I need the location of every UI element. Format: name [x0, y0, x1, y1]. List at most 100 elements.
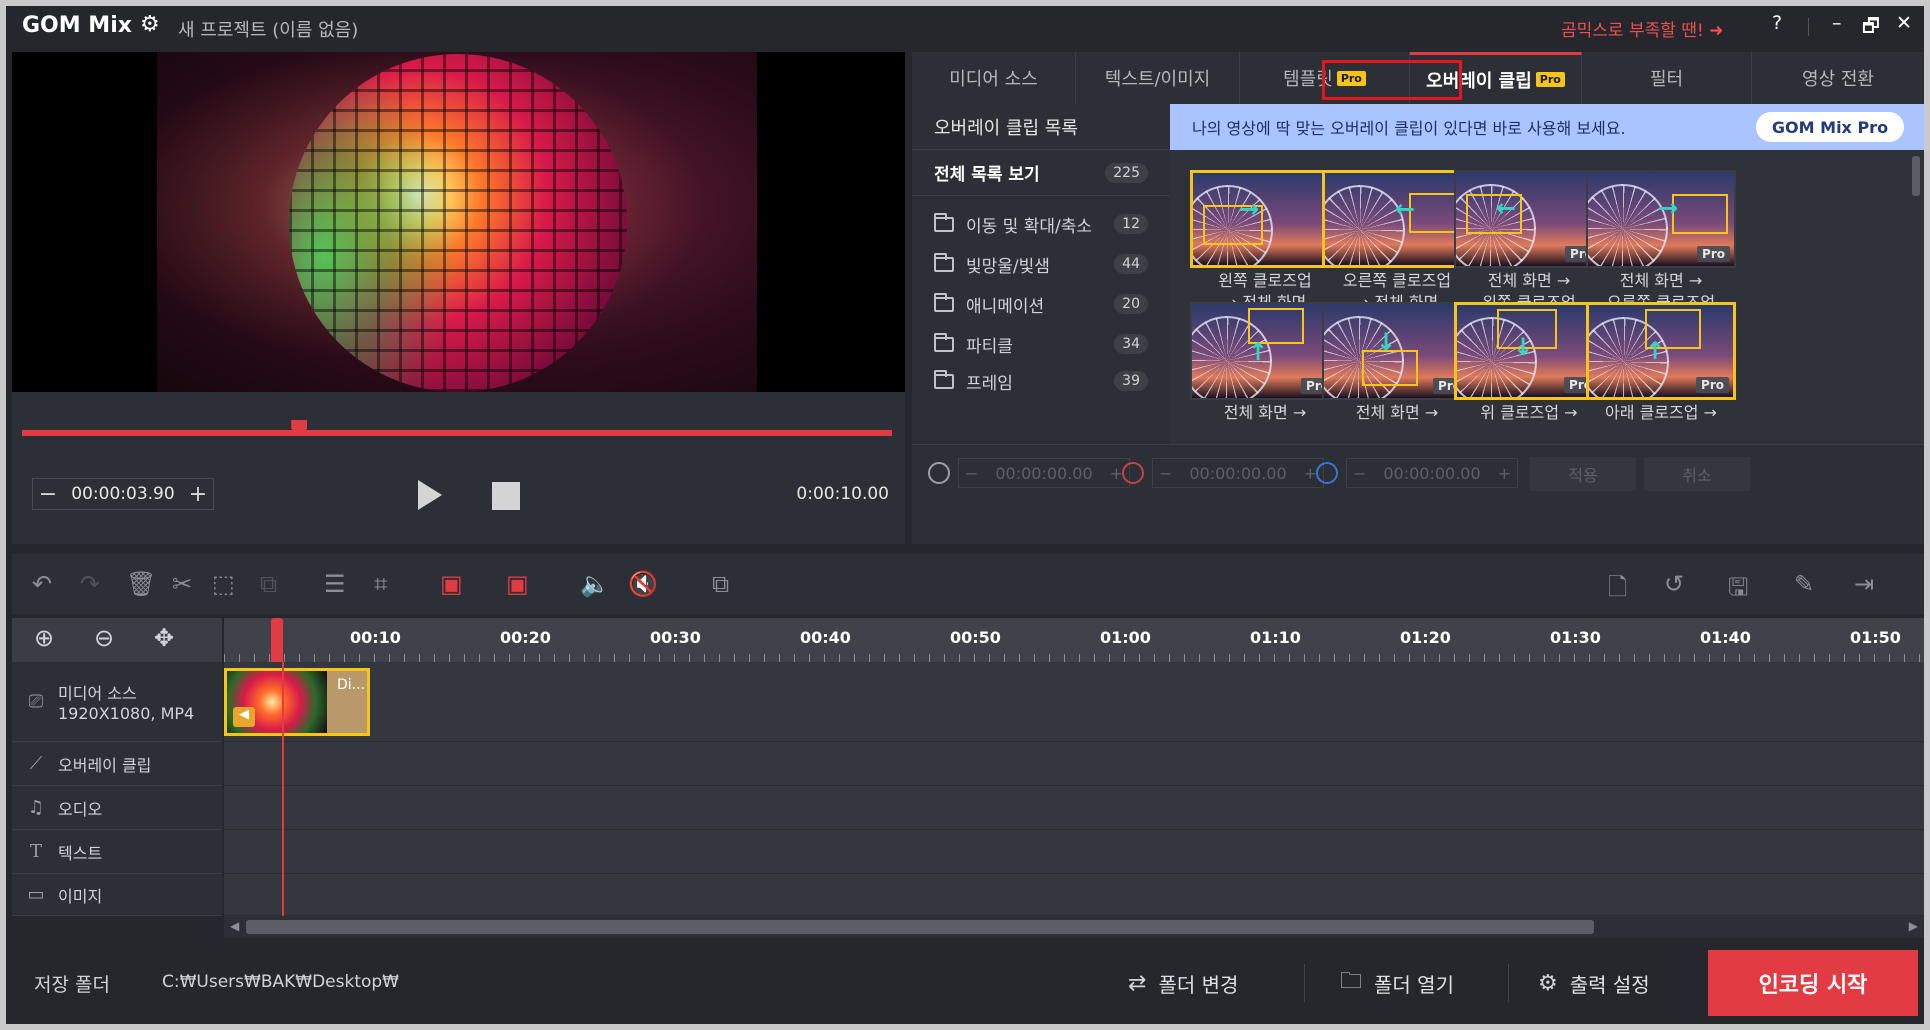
horizontal-scrollbar[interactable]: ◀ ▶: [224, 916, 1924, 938]
category-item[interactable]: 파티클 34: [912, 324, 1170, 364]
minimize-icon[interactable]: –: [1832, 12, 1842, 34]
cut-icon[interactable]: ✂: [172, 570, 192, 598]
plus-button[interactable]: +: [183, 482, 213, 507]
direction-arrow-icon: ↓: [1376, 328, 1397, 356]
playhead-handle[interactable]: [271, 618, 283, 662]
new-project-icon[interactable]: 🗋: [1608, 570, 1627, 611]
tab-media-source[interactable]: 미디어 소스: [912, 52, 1076, 104]
minus-button[interactable]: −: [33, 482, 63, 507]
current-time[interactable]: 00:00:03.90: [63, 484, 183, 504]
split-icon[interactable]: ⧉: [260, 570, 277, 598]
overlay-clip-item[interactable]: ←Pro전체 화면 →왼쪽 클로즈업: [1454, 170, 1604, 320]
crop-icon[interactable]: ⌗: [374, 570, 388, 598]
promo-link[interactable]: 곰믹스로 부족할 땐! ➜: [1561, 16, 1723, 41]
settings-gear-icon[interactable]: ⚙: [140, 12, 160, 37]
tab-text-image[interactable]: 텍스트/이미지: [1076, 52, 1240, 104]
caption-line: 오른쪽 클로즈업: [1342, 271, 1452, 290]
tick-label: 00:10: [350, 628, 401, 647]
undo-icon[interactable]: ↶: [32, 570, 52, 598]
overlay-clip-thumbnail[interactable]: → Pro: [1586, 170, 1736, 268]
save-as-icon[interactable]: ✎: [1794, 570, 1814, 598]
vertical-scrollbar[interactable]: [1912, 152, 1920, 440]
folder-change-icon: ⇄: [1128, 970, 1147, 996]
export-icon[interactable]: ⇥: [1854, 570, 1874, 598]
track-text[interactable]: [224, 830, 1924, 874]
track-image[interactable]: [224, 874, 1924, 916]
screen-fit-icon[interactable]: ⧉: [712, 570, 729, 598]
track-overlay[interactable]: [224, 742, 1924, 786]
image-left-icon[interactable]: ▣: [440, 570, 463, 598]
category-item[interactable]: 이동 및 확대/축소 12: [912, 204, 1170, 244]
folder-icon: [934, 332, 954, 352]
overlay-clip-item[interactable]: ←오른쪽 클로즈업→ 전체 화면: [1322, 170, 1472, 320]
seek-bar[interactable]: [22, 430, 892, 436]
overlay-clip-thumbnail[interactable]: →: [1190, 170, 1340, 268]
overlay-clip-thumbnail[interactable]: ↓ Pro: [1454, 302, 1604, 400]
scroll-left-icon[interactable]: ◀: [230, 919, 239, 933]
overlay-clip-thumbnail[interactable]: ← Pro: [1454, 170, 1604, 268]
overlay-clip-item[interactable]: →Pro전체 화면 →오른쪽 클로즈업: [1586, 170, 1736, 320]
apply-button[interactable]: 적용: [1530, 457, 1636, 491]
save-icon[interactable]: 🖫: [1728, 570, 1748, 611]
open-folder-button[interactable]: 🗀 폴더 열기: [1340, 958, 1454, 1008]
overlay-clip-item[interactable]: ↓ Pro 위 클로즈업 →: [1454, 302, 1604, 444]
overlay-clip-thumbnail[interactable]: ↑ Pro: [1190, 302, 1340, 400]
overlay-clip-thumbnail[interactable]: ↓ Pro: [1322, 302, 1472, 400]
category-item[interactable]: 빛망울/빛샘 44: [912, 244, 1170, 284]
start-encoding-button[interactable]: 인코딩 시작: [1708, 950, 1918, 1016]
overlay-clip-item[interactable]: ↑ Pro 전체 화면 →: [1190, 302, 1340, 444]
tab-transition[interactable]: 영상 전환: [1752, 52, 1924, 104]
fit-icon[interactable]: ✥: [154, 624, 174, 652]
playhead-line: [282, 662, 284, 916]
track-audio[interactable]: [224, 786, 1924, 830]
category-item[interactable]: 애니메이션 20: [912, 284, 1170, 324]
play-button[interactable]: [418, 480, 442, 510]
timecode-field[interactable]: − 00:00:03.90 +: [32, 478, 214, 510]
time-ruler[interactable]: 00:10 00:20 00:30 00:40 00:50 01:00 01:1…: [224, 618, 1924, 662]
total-duration: 0:00:10.00: [796, 484, 889, 504]
mute-icon[interactable]: 🔇: [628, 570, 658, 598]
image-right-icon[interactable]: ▣: [506, 570, 529, 598]
overlay-clip-item[interactable]: →왼쪽 클로즈업→ 전체 화면: [1190, 170, 1340, 320]
restore-icon[interactable]: 🗗: [1862, 12, 1880, 44]
film-icon: ⎚: [28, 691, 44, 712]
redo-icon[interactable]: ↷: [80, 570, 100, 598]
select-icon[interactable]: ⬚: [212, 570, 235, 598]
category-item[interactable]: 프레임 39: [912, 364, 1170, 398]
overlay-clip-item[interactable]: ↓ Pro 전체 화면 →: [1322, 302, 1472, 444]
tick-label: 01:20: [1400, 628, 1451, 647]
adjust-icon[interactable]: ☰: [324, 570, 346, 598]
timeline-tracks: ⎚ 미디어 소스 1920X1080, MP4 Di... ◀ ⟋ 오버레이 클립 …: [12, 662, 1924, 916]
tick-label: 01:00: [1100, 628, 1151, 647]
duration-field[interactable]: −00:00:00.00 +: [958, 458, 1130, 488]
gom-mix-pro-button[interactable]: GOM Mix Pro: [1756, 112, 1904, 142]
direction-arrow-icon: ↑: [1248, 338, 1269, 366]
change-folder-button[interactable]: ⇄ 폴더 변경: [1128, 958, 1238, 1008]
close-icon[interactable]: ✕: [1896, 12, 1912, 34]
zoom-in-icon[interactable]: ⊕: [34, 624, 54, 652]
delete-icon[interactable]: 🗑: [126, 570, 156, 598]
category-all[interactable]: 전체 목록 보기 225: [912, 150, 1170, 196]
overlay-clip-thumbnail[interactable]: ↑ Pro: [1586, 302, 1736, 400]
tick-label: 01:50: [1850, 628, 1901, 647]
duration-field[interactable]: −00:00:00.00 +: [1346, 458, 1518, 488]
tab-filter[interactable]: 필터: [1582, 52, 1752, 104]
direction-arrow-icon: ↓: [1513, 333, 1534, 361]
stop-button[interactable]: [492, 482, 520, 510]
track-media[interactable]: [224, 662, 1924, 742]
folder-icon: [934, 252, 954, 272]
media-clip[interactable]: Di... ◀: [224, 668, 370, 736]
app-window: GOM Mix ⚙ 새 프로젝트 (이름 없음) 곰믹스로 부족할 땐! ➜ ?…: [6, 6, 1924, 1024]
overlay-clip-item[interactable]: ↑ Pro 아래 클로즈업 →: [1586, 302, 1736, 444]
tick-label: 00:20: [500, 628, 551, 647]
help-icon[interactable]: ?: [1772, 12, 1782, 34]
duration-field[interactable]: −00:00:00.00 +: [1152, 458, 1324, 488]
output-settings-button[interactable]: ⚙ 출력 설정: [1538, 958, 1650, 1008]
promo-banner[interactable]: 나의 영상에 딱 맞는 오버레이 클립이 있다면 바로 사용해 보세요. GOM…: [1170, 104, 1924, 150]
zoom-out-icon[interactable]: ⊖: [94, 624, 114, 652]
volume-icon[interactable]: 🔈: [580, 570, 610, 598]
scroll-right-icon[interactable]: ▶: [1909, 919, 1918, 933]
open-project-icon[interactable]: ↺: [1664, 570, 1684, 598]
cancel-button[interactable]: 취소: [1644, 457, 1750, 491]
overlay-clip-thumbnail[interactable]: ←: [1322, 170, 1472, 268]
